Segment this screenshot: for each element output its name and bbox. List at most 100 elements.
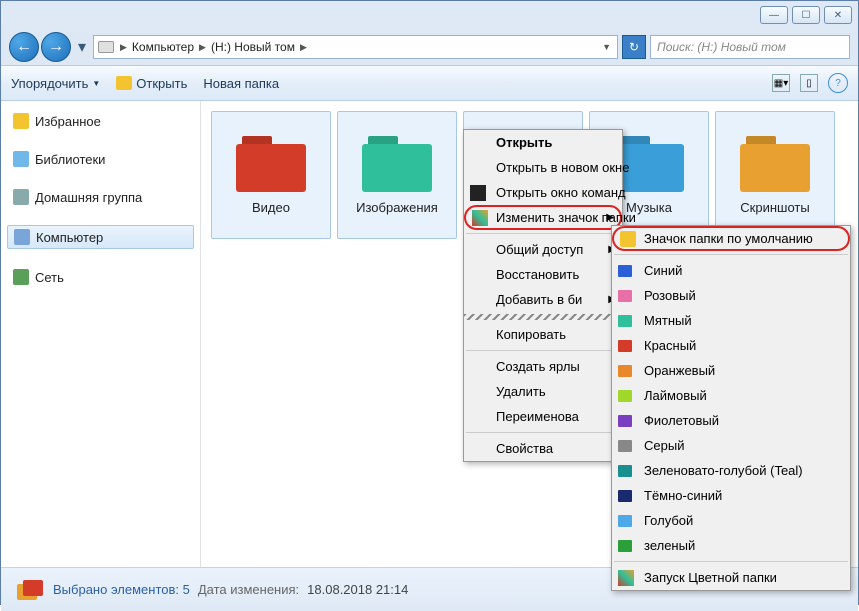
address-bar[interactable]: ▶ Компьютер ▶ (H:) Новый том ▶ ▼ [93,35,618,59]
folder-icon [236,136,306,192]
sub-color-option[interactable]: Голубой [612,508,850,533]
separator [466,233,620,234]
breadcrumb-segment[interactable]: Компьютер [129,40,197,54]
sub-color-option[interactable]: Лаймовый [612,383,850,408]
ctx-share[interactable]: Общий доступ▶ [464,237,622,262]
sub-color-option[interactable]: зеленый [612,533,850,558]
ctx-change-folder-icon[interactable]: Изменить значок папки▶ [464,205,622,230]
ctx-add-library[interactable]: Добавить в би▶ [464,287,622,312]
color-swatch-icon [618,288,634,304]
date-label: Дата изменения: [198,582,299,597]
network-icon [13,269,29,285]
drive-icon [98,41,114,53]
help-button[interactable]: ? [828,73,848,93]
ctx-properties[interactable]: Свойства [464,436,622,461]
selection-count: Выбрано элементов: 5 [53,582,190,597]
separator [466,350,620,351]
color-swatch-icon [618,413,634,429]
color-swatch-icon [618,263,634,279]
sub-color-option[interactable]: Серый [612,433,850,458]
color-submenu: Значок папки по умолчанию СинийРозовыйМя… [611,225,851,591]
color-swatch-icon [618,388,634,404]
sidebar-item-network[interactable]: Сеть [1,265,200,289]
nav-history-dropdown[interactable]: ▾ [75,32,89,62]
chevron-right-icon: ▶ [606,212,614,223]
folder-icon [362,136,432,192]
open-button[interactable]: Открыть [116,76,187,91]
chevron-right-icon: ▶ [197,42,208,53]
sub-color-option[interactable]: Тёмно-синий [612,483,850,508]
close-button[interactable]: ✕ [824,6,852,24]
date-value: 18.08.2018 21:14 [307,582,408,597]
titlebar: — ☐ ✕ [1,1,858,29]
star-icon [13,113,29,129]
folder-label: Изображения [356,200,438,215]
sub-color-option[interactable]: Фиолетовый [612,408,850,433]
folder-item[interactable]: Изображения [337,111,457,239]
selection-icon [13,574,45,606]
chevron-right-icon: ▶ [118,42,129,53]
refresh-button[interactable]: ↻ [622,35,646,59]
preview-pane-button[interactable]: ▯ [800,74,818,92]
folder-label: Скриншоты [740,200,809,215]
chevron-right-icon: ▶ [298,42,309,53]
color-swatch-icon [618,488,634,504]
ctx-open[interactable]: Открыть [464,130,622,155]
separator [614,561,848,562]
folder-icon [740,136,810,192]
forward-button[interactable]: → [41,32,71,62]
folder-icon [116,76,132,90]
organize-button[interactable]: Упорядочить ▼ [11,76,100,91]
separator [614,254,848,255]
sub-color-option[interactable]: Розовый [612,283,850,308]
sub-default-icon[interactable]: Значок папки по умолчанию [612,226,850,251]
search-input[interactable]: Поиск: (H:) Новый том [650,35,850,59]
ctx-open-new-window[interactable]: Открыть в новом окне [464,155,622,180]
ctx-delete[interactable]: Удалить [464,379,622,404]
sub-color-option[interactable]: Синий [612,258,850,283]
explorer-window: — ☐ ✕ ← → ▾ ▶ Компьютер ▶ (H:) Новый том… [0,0,859,605]
sidebar-item-favorites[interactable]: Избранное [1,109,200,133]
separator [466,432,620,433]
ctx-create-shortcut[interactable]: Создать ярлы [464,354,622,379]
homegroup-icon [13,189,29,205]
ctx-copy[interactable]: Копировать [464,322,622,347]
palette-icon [472,210,488,226]
sidebar-item-homegroup[interactable]: Домашняя группа [1,185,200,209]
view-options-button[interactable]: ▦▾ [772,74,790,92]
toolbar: Упорядочить ▼ Открыть Новая папка ▦▾ ▯ ? [1,65,858,101]
color-swatch-icon [618,363,634,379]
computer-icon [14,229,30,245]
navbar: ← → ▾ ▶ Компьютер ▶ (H:) Новый том ▶ ▼ ↻… [1,29,858,65]
folder-item[interactable]: Видео [211,111,331,239]
color-swatch-icon [618,438,634,454]
new-folder-button[interactable]: Новая папка [203,76,279,91]
color-swatch-icon [618,513,634,529]
sub-color-option[interactable]: Красный [612,333,850,358]
ctx-open-cmd[interactable]: Открыть окно команд [464,180,622,205]
color-swatch-icon [618,538,634,554]
palette-icon [618,570,634,586]
sub-color-option[interactable]: Зеленовато-голубой (Teal) [612,458,850,483]
ctx-rename[interactable]: Переименова [464,404,622,429]
cmd-icon [470,185,486,201]
folder-icon [620,231,636,247]
sub-color-option[interactable]: Мятный [612,308,850,333]
minimize-button[interactable]: — [760,6,788,24]
separator [464,314,622,320]
folder-item[interactable]: Скриншоты [715,111,835,239]
maximize-button[interactable]: ☐ [792,6,820,24]
libraries-icon [13,151,29,167]
breadcrumb-segment[interactable]: (H:) Новый том [208,40,298,54]
sidebar: Избранное Библиотеки Домашняя группа Ком… [1,101,201,567]
context-menu: Открыть Открыть в новом окне Открыть окн… [463,129,623,462]
folder-label: Видео [252,200,290,215]
back-button[interactable]: ← [9,32,39,62]
sub-color-option[interactable]: Оранжевый [612,358,850,383]
ctx-restore[interactable]: Восстановить [464,262,622,287]
color-swatch-icon [618,463,634,479]
sub-launch-app[interactable]: Запуск Цветной папки [612,565,850,590]
sidebar-item-computer[interactable]: Компьютер [7,225,194,249]
sidebar-item-libraries[interactable]: Библиотеки [1,147,200,171]
address-dropdown-icon[interactable]: ▼ [600,42,613,52]
